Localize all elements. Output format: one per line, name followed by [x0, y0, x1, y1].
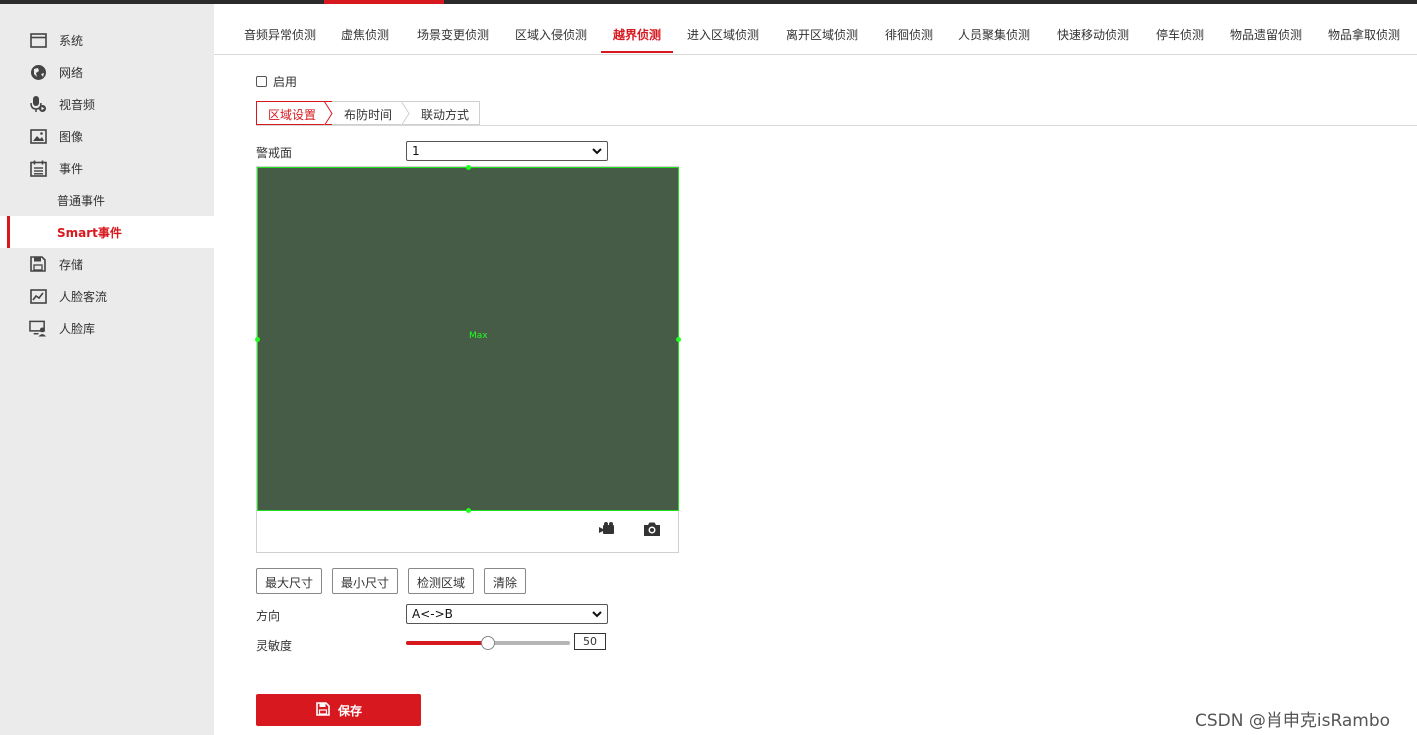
subtab-linkage-method[interactable]: 联动方式	[408, 101, 480, 125]
subtab-label: 布防时间	[344, 108, 393, 122]
direction-label: 方向	[256, 609, 281, 623]
sidebar-item-system[interactable]: 系统	[0, 24, 214, 56]
tab-region-exiting[interactable]: 离开区域侦测	[786, 26, 858, 43]
tab-parking[interactable]: 停车侦测	[1156, 26, 1204, 43]
subtab-area-settings[interactable]: 区域设置	[256, 101, 332, 125]
disk-icon	[29, 255, 47, 273]
enable-checkbox[interactable]	[256, 76, 267, 87]
detection-area-button[interactable]: 检测区域	[408, 568, 474, 594]
sidebar-item-image[interactable]: 图像	[0, 120, 214, 152]
active-indicator	[7, 216, 10, 248]
button-label: 清除	[492, 576, 517, 590]
subtab-label: 联动方式	[421, 108, 470, 122]
detection-tabs: 音频异常侦测 虚焦侦测 场景变更侦测 区域入侵侦测 越界侦测 进入区域侦测 离开…	[214, 4, 1417, 55]
mic-icon	[29, 95, 47, 113]
sidebar-item-label: 视音频	[59, 98, 96, 112]
enable-label: 启用	[273, 75, 298, 89]
video-preview: Max	[255, 165, 681, 553]
active-tab-underline	[601, 51, 673, 53]
sidebar-item-audio-video[interactable]: 视音频	[0, 88, 214, 120]
image-icon	[29, 127, 47, 145]
chart-icon	[29, 287, 47, 305]
save-label: 保存	[338, 704, 363, 718]
slider-knob[interactable]	[481, 636, 495, 650]
direction-select[interactable]: A<->B	[406, 604, 608, 624]
sidebar: 系统 网络 视音频 图像 事件 普通事件 Smart事件 存储 人脸客流 人脸库	[0, 4, 214, 735]
tab-intrusion[interactable]: 区域入侵侦测	[515, 26, 587, 43]
tab-scene-change[interactable]: 场景变更侦测	[417, 26, 489, 43]
globe-icon	[29, 63, 47, 81]
sidebar-item-label: 系统	[59, 34, 84, 48]
subtab-label: 区域设置	[268, 108, 317, 122]
zone-select-value: 1	[412, 144, 420, 158]
sidebar-subitem-smart-event[interactable]: Smart事件	[0, 216, 214, 248]
chevron-down-icon	[592, 611, 602, 618]
record-icon[interactable]	[599, 521, 617, 537]
zone-select[interactable]: 1	[406, 141, 608, 161]
tab-people-gathering[interactable]: 人员聚集侦测	[958, 26, 1030, 43]
resize-handle-left[interactable]	[255, 337, 260, 342]
tab-line-crossing[interactable]: 越界侦测	[613, 26, 661, 43]
sidebar-subitem-normal-event[interactable]: 普通事件	[0, 184, 214, 216]
zone-label: 警戒面	[256, 146, 293, 160]
window-icon	[29, 31, 47, 49]
min-size-button[interactable]: 最小尺寸	[332, 568, 398, 594]
sidebar-item-label: 事件	[59, 162, 84, 176]
save-icon	[316, 702, 330, 719]
direction-select-value: A<->B	[412, 607, 453, 621]
resize-handle-bottom[interactable]	[466, 508, 471, 513]
sensitivity-slider[interactable]	[406, 636, 570, 650]
sidebar-item-network[interactable]: 网络	[0, 56, 214, 88]
detection-canvas[interactable]: Max	[257, 167, 679, 511]
tab-defocus[interactable]: 虚焦侦测	[341, 26, 389, 43]
resize-handle-right[interactable]	[676, 337, 681, 342]
max-size-button[interactable]: 最大尺寸	[256, 568, 322, 594]
tab-object-removal[interactable]: 物品拿取侦测	[1328, 26, 1400, 43]
camera-icon[interactable]	[643, 521, 661, 537]
sensitivity-label: 灵敏度	[256, 639, 293, 653]
subtabs-divider	[256, 125, 1417, 126]
sidebar-item-label: 图像	[59, 130, 84, 144]
clear-button[interactable]: 清除	[484, 568, 526, 594]
button-label: 最大尺寸	[264, 576, 313, 590]
sidebar-item-label: 存储	[59, 258, 84, 272]
tab-unattended-baggage[interactable]: 物品遗留侦测	[1230, 26, 1302, 43]
tab-loitering[interactable]: 徘徊侦测	[885, 26, 933, 43]
subtab-arming-schedule[interactable]: 布防时间	[332, 101, 408, 125]
sidebar-item-label: 普通事件	[57, 194, 106, 208]
sidebar-item-label: 人脸库	[59, 322, 96, 336]
sidebar-item-event[interactable]: 事件	[0, 152, 214, 184]
button-label: 检测区域	[416, 576, 465, 590]
enable-row: 启用	[256, 73, 297, 90]
watermark-text: CSDN @肖申克isRambo	[1195, 711, 1391, 731]
button-label: 最小尺寸	[340, 576, 389, 590]
max-size-label: Max	[469, 331, 488, 341]
sidebar-item-label: Smart事件	[57, 226, 122, 240]
sidebar-item-label: 人脸客流	[59, 290, 108, 304]
tab-region-entrance[interactable]: 进入区域侦测	[687, 26, 759, 43]
monitor-user-icon	[29, 319, 47, 337]
chevron-down-icon	[592, 148, 602, 155]
slider-fill	[406, 641, 488, 645]
tab-fast-moving[interactable]: 快速移动侦测	[1057, 26, 1129, 43]
sensitivity-value[interactable]: 50	[574, 633, 606, 650]
calendar-icon	[29, 159, 47, 177]
tab-audio-exception[interactable]: 音频异常侦测	[244, 26, 316, 43]
sidebar-item-label: 网络	[59, 66, 84, 80]
save-button[interactable]: 保存	[256, 694, 421, 726]
sidebar-item-face-traffic[interactable]: 人脸客流	[0, 280, 214, 312]
resize-handle-top[interactable]	[466, 165, 471, 170]
sidebar-item-storage[interactable]: 存储	[0, 248, 214, 280]
sidebar-item-face-library[interactable]: 人脸库	[0, 312, 214, 344]
